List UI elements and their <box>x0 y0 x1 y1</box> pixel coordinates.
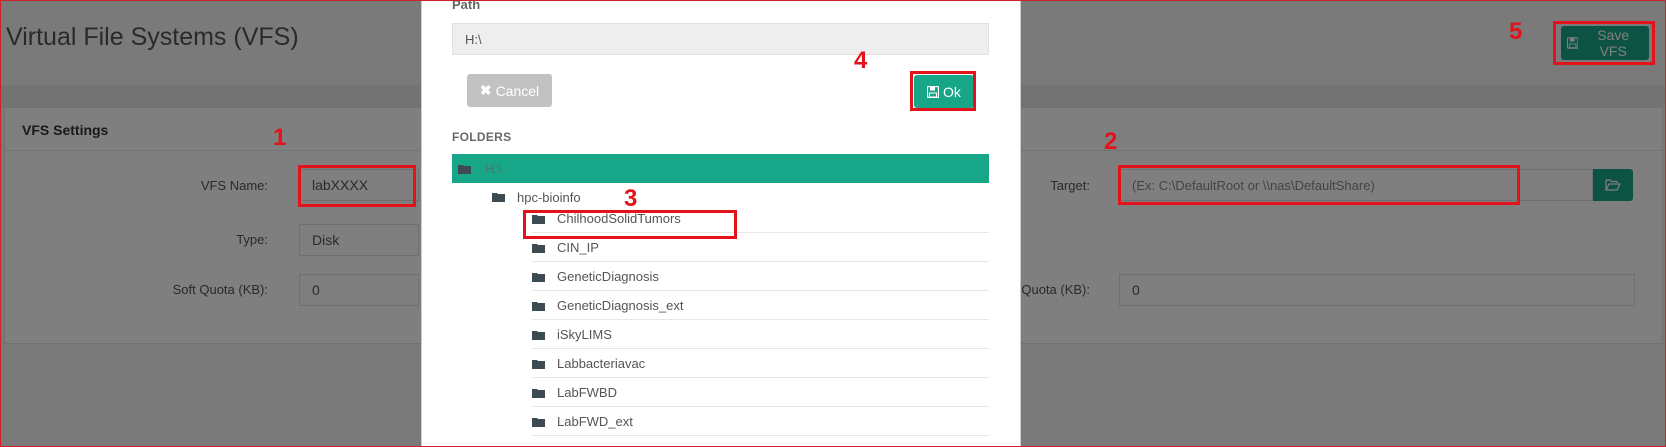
close-icon: ✖ <box>479 82 492 98</box>
annotation-box-1 <box>298 165 416 207</box>
tree-item-folder[interactable]: LabFWD_ext <box>532 408 989 436</box>
tree-item-label: hpc-bioinfo <box>517 189 581 205</box>
annotation-number: 3 <box>624 185 638 212</box>
tree-item-folder[interactable]: GeneticDiagnosis_ext <box>532 292 989 320</box>
folder-icon <box>532 388 545 398</box>
annotation-box-3 <box>523 210 737 239</box>
tree-root-item[interactable]: H:\ <box>452 154 989 183</box>
tree-item-label: LabFWD_ext <box>557 414 633 429</box>
annotation-box-4 <box>910 71 976 111</box>
tree-root-label: H:\ <box>485 161 502 176</box>
folder-icon <box>532 359 545 369</box>
cancel-label: Cancel <box>495 82 540 99</box>
tree-item-label: iSkyLIMS <box>557 327 612 342</box>
folder-icon <box>458 164 471 174</box>
tree-item-label: CIN_IP <box>557 240 599 255</box>
screenshot-frame: Virtual File Systems (VFS) Save VFS VFS … <box>0 0 1666 447</box>
annotation-box-2 <box>1118 165 1520 205</box>
folder-icon <box>492 193 505 202</box>
tree-item-folder[interactable]: iSkyLIMS <box>532 321 989 349</box>
folder-icon <box>532 417 545 427</box>
annotation-number: 1 <box>273 124 287 151</box>
annotation-box-5 <box>1553 21 1655 65</box>
tree-item-folder[interactable]: Labbacteriavac <box>532 350 989 378</box>
folder-icon <box>532 243 545 253</box>
annotation-number: 4 <box>854 47 868 74</box>
tree-item-label: GeneticDiagnosis <box>557 269 659 284</box>
tree-item-folder[interactable]: LabFWBD <box>532 379 989 407</box>
folders-label: FOLDERS <box>452 130 512 144</box>
tree-item-label: GeneticDiagnosis_ext <box>557 298 684 313</box>
cancel-button[interactable]: ✖ Cancel <box>467 74 552 107</box>
folder-icon <box>532 301 545 311</box>
path-label: Path <box>452 0 481 12</box>
annotation-number: 2 <box>1104 128 1118 155</box>
tree-item-label: LabFWBD <box>557 385 617 400</box>
annotation-number: 5 <box>1509 18 1523 45</box>
tree-item-folder[interactable]: GeneticDiagnosis <box>532 263 989 291</box>
folder-icon <box>532 272 545 282</box>
path-input[interactable] <box>452 23 989 55</box>
folder-icon <box>532 330 545 340</box>
tree-item-label: Labbacteriavac <box>557 356 646 371</box>
